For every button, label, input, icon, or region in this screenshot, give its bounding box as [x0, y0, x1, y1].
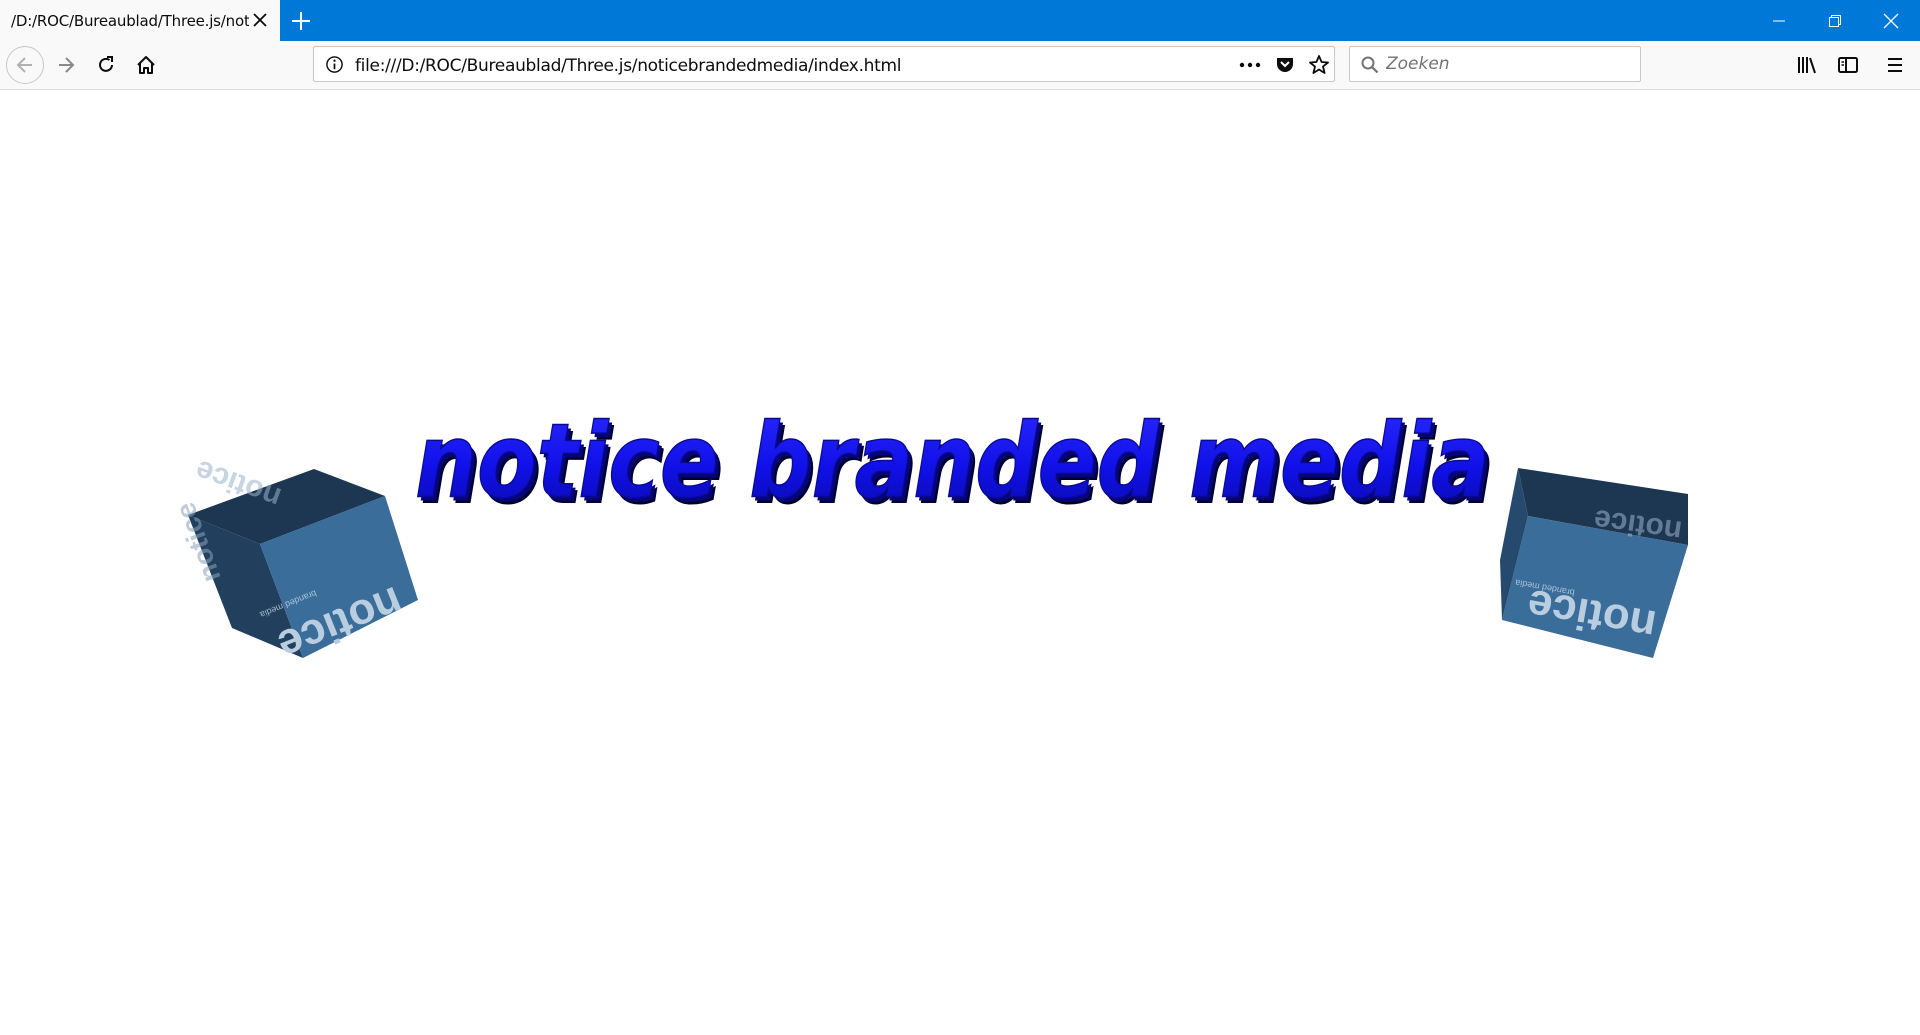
- tab-title: /D:/ROC/Bureaublad/Three.js/notic: [11, 11, 249, 30]
- home-icon: [137, 56, 155, 74]
- page-viewport: notice notice notice branded media notic…: [0, 90, 1920, 1030]
- forward-button[interactable]: [48, 47, 84, 83]
- back-button[interactable]: [6, 46, 44, 84]
- new-tab-icon[interactable]: [289, 9, 313, 33]
- minimize-icon: [1773, 20, 1785, 21]
- forward-arrow-icon: [59, 57, 75, 73]
- minimize-button[interactable]: [1751, 0, 1807, 41]
- menu-button[interactable]: [1877, 47, 1913, 83]
- headline-text: notice branded media: [415, 401, 1490, 521]
- right-logo-cube: notice notice branded media: [1500, 468, 1688, 658]
- close-window-button[interactable]: [1863, 0, 1919, 41]
- reload-icon: [99, 56, 113, 72]
- page-actions-icon[interactable]: [1238, 57, 1262, 73]
- webgl-canvas[interactable]: notice notice notice branded media notic…: [0, 90, 1920, 1030]
- navigation-bar: file:///D:/ROC/Bureaublad/Three.js/notic…: [0, 41, 1920, 90]
- close-tab-icon[interactable]: [250, 10, 270, 30]
- left-logo-cube: notice notice notice branded media: [169, 453, 418, 671]
- close-icon: [1883, 13, 1899, 28]
- address-bar[interactable]: file:///D:/ROC/Bureaublad/Three.js/notic…: [313, 46, 1335, 82]
- library-button[interactable]: [1789, 47, 1825, 83]
- library-icon: [1798, 57, 1816, 74]
- hamburger-menu-icon: [1888, 58, 1902, 72]
- search-input[interactable]: [1386, 54, 1626, 74]
- reload-button[interactable]: [88, 47, 124, 83]
- back-arrow-icon: [16, 57, 32, 73]
- home-button[interactable]: [128, 47, 164, 83]
- sidebar-button[interactable]: [1830, 47, 1866, 83]
- restore-button[interactable]: [1807, 0, 1863, 41]
- pocket-icon[interactable]: [1274, 54, 1296, 76]
- sidebar-icon: [1838, 57, 1858, 73]
- url-text: file:///D:/ROC/Bureaublad/Three.js/notic…: [355, 56, 902, 76]
- tab-active[interactable]: /D:/ROC/Bureaublad/Three.js/notic: [0, 0, 280, 41]
- restore-icon: [1829, 14, 1841, 27]
- info-icon[interactable]: [325, 55, 344, 74]
- headline-3d-text: notice branded media notice branded medi…: [414, 400, 1495, 527]
- bookmark-star-icon[interactable]: [1307, 53, 1331, 77]
- search-icon: [1361, 56, 1379, 74]
- title-bar: /D:/ROC/Bureaublad/Three.js/notic: [0, 0, 1920, 41]
- search-bar[interactable]: [1349, 46, 1641, 82]
